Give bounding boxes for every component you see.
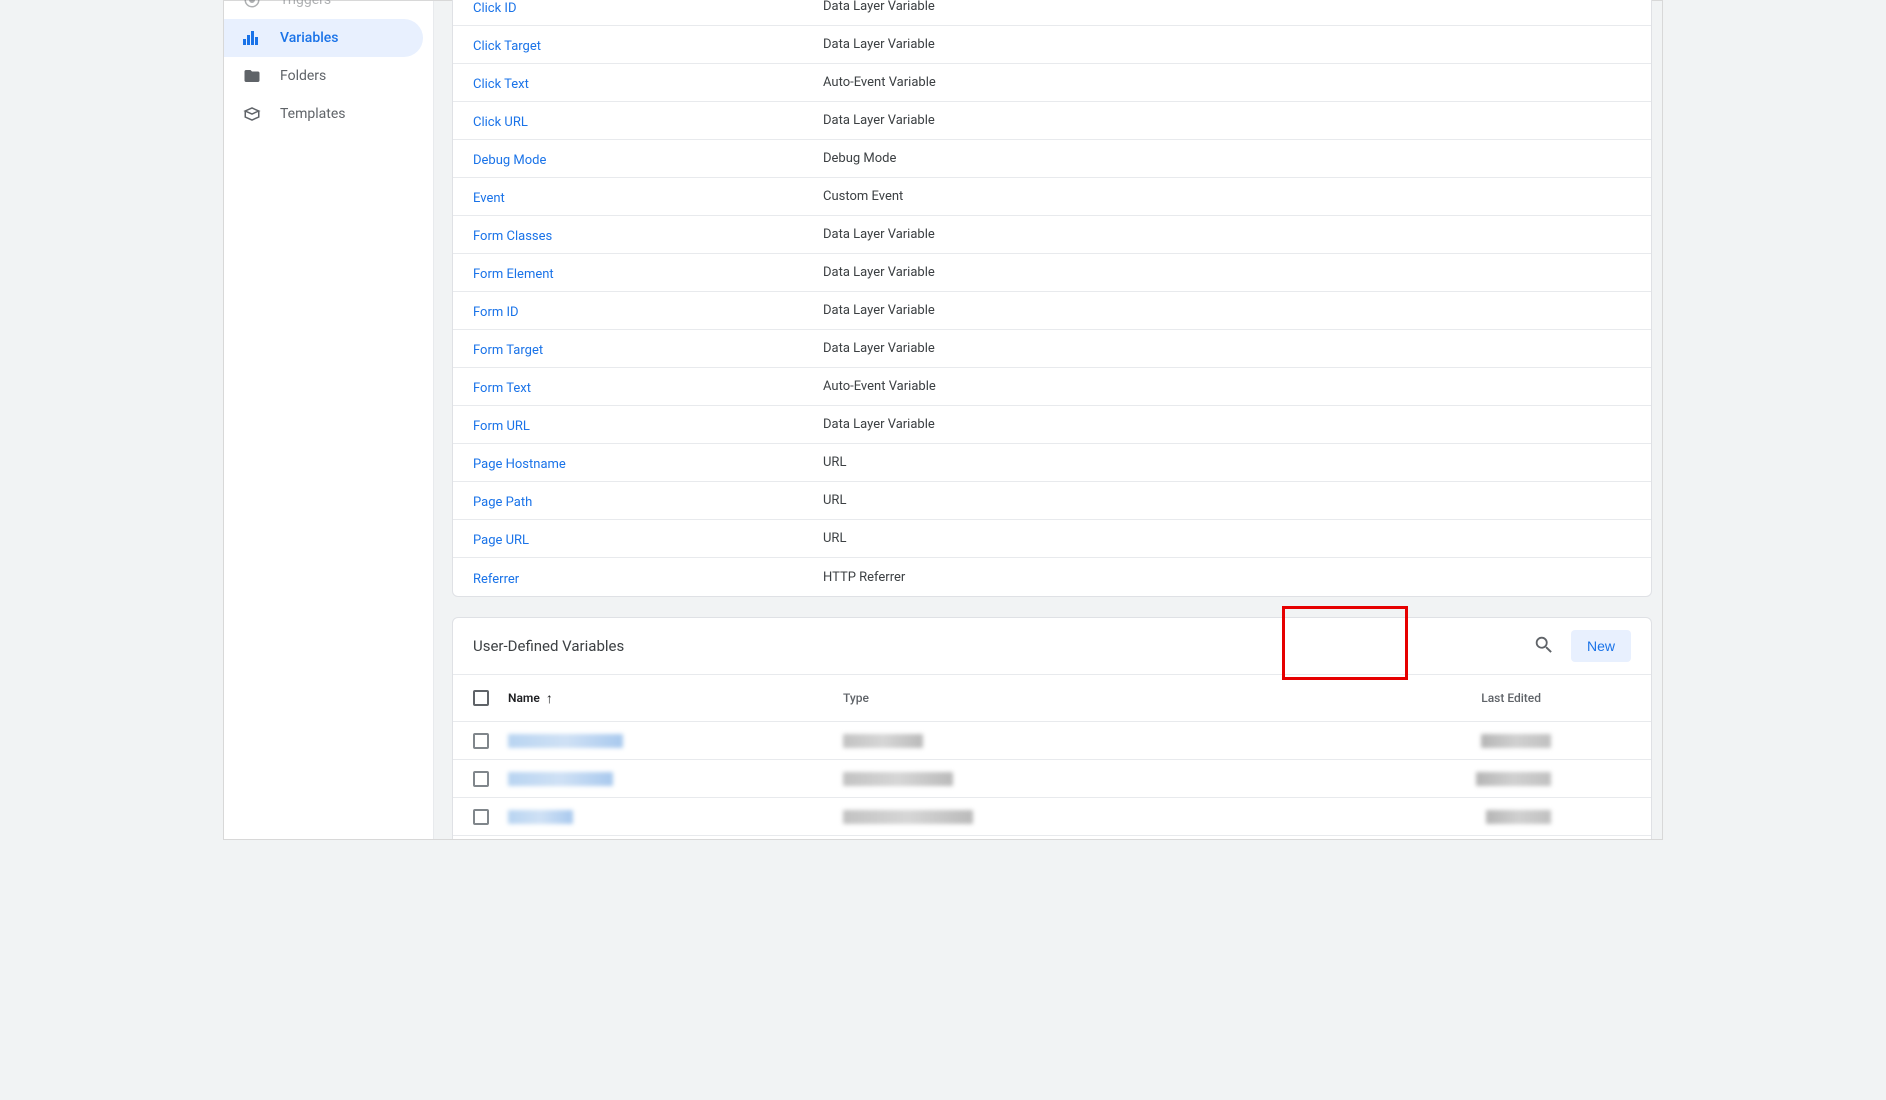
table-row[interactable]: Form ID Data Layer Variable <box>453 292 1651 330</box>
column-header-edited[interactable]: Last Edited <box>1481 691 1541 705</box>
table-row[interactable]: Page URL URL <box>453 520 1651 558</box>
row-checkbox[interactable] <box>473 771 489 787</box>
table-row[interactable]: Debug Mode Debug Mode <box>453 140 1651 178</box>
sort-arrow-icon: ↑ <box>546 690 553 707</box>
variable-type: HTTP Referrer <box>823 570 905 585</box>
variable-link[interactable]: Click URL <box>473 115 528 130</box>
variable-type: Auto-Event Variable <box>823 75 936 90</box>
table-row[interactable]: Form Classes Data Layer Variable <box>453 216 1651 254</box>
table-row[interactable]: Click Text Auto-Event Variable <box>453 64 1651 102</box>
table-row[interactable] <box>453 760 1651 798</box>
redacted-date <box>1486 810 1551 824</box>
sidebar-item-folders[interactable]: Folders <box>224 57 423 95</box>
table-row[interactable]: Form Target Data Layer Variable <box>453 330 1651 368</box>
redacted-name <box>508 734 623 748</box>
variable-type: Data Layer Variable <box>823 37 935 52</box>
variable-type: Data Layer Variable <box>823 341 935 356</box>
variable-type: URL <box>823 493 846 508</box>
variable-link[interactable]: Page Path <box>473 495 532 510</box>
variable-link[interactable]: Form Target <box>473 343 543 358</box>
column-header-type[interactable]: Type <box>843 691 1193 705</box>
variable-link[interactable]: Referrer <box>473 572 519 587</box>
row-checkbox[interactable] <box>473 809 489 825</box>
variables-icon <box>242 28 262 48</box>
table-row[interactable] <box>453 722 1651 760</box>
templates-icon <box>242 104 262 124</box>
sidebar-item-label: Templates <box>280 106 346 122</box>
select-all-checkbox[interactable] <box>473 690 489 706</box>
table-row[interactable]: Click Target Data Layer Variable <box>453 26 1651 64</box>
variable-type: URL <box>823 455 846 470</box>
table-row[interactable]: Page Hostname URL <box>453 444 1651 482</box>
section-header: User-Defined Variables New <box>453 618 1651 674</box>
variable-type: Data Layer Variable <box>823 417 935 432</box>
variable-link[interactable]: Debug Mode <box>473 153 546 168</box>
redacted-name <box>508 772 613 786</box>
sidebar-item-label: Variables <box>280 30 338 46</box>
redacted-type <box>843 810 973 824</box>
variable-link[interactable]: Click Target <box>473 39 541 54</box>
variable-type: Data Layer Variable <box>823 227 935 242</box>
variable-type: URL <box>823 531 846 546</box>
table-row[interactable]: Form Text Auto-Event Variable <box>453 368 1651 406</box>
table-row[interactable]: Form Element Data Layer Variable <box>453 254 1651 292</box>
variable-type: Debug Mode <box>823 151 896 166</box>
search-icon <box>1533 634 1555 656</box>
variable-type: Data Layer Variable <box>823 265 935 280</box>
sidebar-item-variables[interactable]: Variables <box>224 19 423 57</box>
variable-type: Data Layer Variable <box>823 0 935 14</box>
table-row[interactable]: Page Path URL <box>453 482 1651 520</box>
variable-link[interactable]: Form ID <box>473 305 519 320</box>
variable-link[interactable]: Form Classes <box>473 229 552 244</box>
sidebar-item-templates[interactable]: Templates <box>224 95 423 133</box>
main-content: Click ID Data Layer Variable Click Target D… <box>434 0 1662 839</box>
user-defined-panel: User-Defined Variables New Name↑ Type La… <box>452 617 1652 839</box>
redacted-type <box>843 772 953 786</box>
variable-type: Data Layer Variable <box>823 113 935 128</box>
row-checkbox[interactable] <box>473 733 489 749</box>
redacted-date <box>1481 734 1551 748</box>
variable-type: Custom Event <box>823 189 903 204</box>
sidebar: Triggers Variables Folders Templates <box>224 1 434 839</box>
variable-link[interactable]: Click Text <box>473 77 529 92</box>
search-button[interactable] <box>1529 630 1559 663</box>
builtin-variables-panel: Click ID Data Layer Variable Click Target D… <box>452 0 1652 597</box>
section-title: User-Defined Variables <box>473 637 624 655</box>
variable-link[interactable]: Form Text <box>473 381 531 396</box>
column-header-name[interactable]: Name↑ <box>508 690 843 707</box>
variable-link[interactable]: Form Element <box>473 267 554 282</box>
sidebar-item-label: Folders <box>280 68 326 84</box>
table-row[interactable]: Event Custom Event <box>453 178 1651 216</box>
table-row[interactable]: Click URL Data Layer Variable <box>453 102 1651 140</box>
redacted-type <box>843 734 923 748</box>
folder-icon <box>242 66 262 86</box>
table-row[interactable] <box>453 836 1651 839</box>
variable-link[interactable]: Event <box>473 191 505 206</box>
variable-type: Data Layer Variable <box>823 303 935 318</box>
variable-link[interactable]: Click ID <box>473 1 516 16</box>
table-row[interactable]: Referrer HTTP Referrer <box>453 558 1651 596</box>
table-row[interactable] <box>453 798 1651 836</box>
redacted-name <box>508 810 573 824</box>
sidebar-item-label: Triggers <box>280 0 331 8</box>
variable-link[interactable]: Page Hostname <box>473 457 566 472</box>
table-row[interactable]: Click ID Data Layer Variable <box>453 0 1651 26</box>
triggers-icon <box>242 0 262 10</box>
new-button[interactable]: New <box>1571 630 1631 662</box>
sidebar-item-triggers[interactable]: Triggers <box>224 0 423 19</box>
variable-type: Auto-Event Variable <box>823 379 936 394</box>
redacted-date <box>1476 772 1551 786</box>
table-row[interactable]: Form URL Data Layer Variable <box>453 406 1651 444</box>
udf-header-row: Name↑ Type Last Edited <box>453 674 1651 722</box>
variable-link[interactable]: Page URL <box>473 533 529 548</box>
variable-link[interactable]: Form URL <box>473 419 530 434</box>
